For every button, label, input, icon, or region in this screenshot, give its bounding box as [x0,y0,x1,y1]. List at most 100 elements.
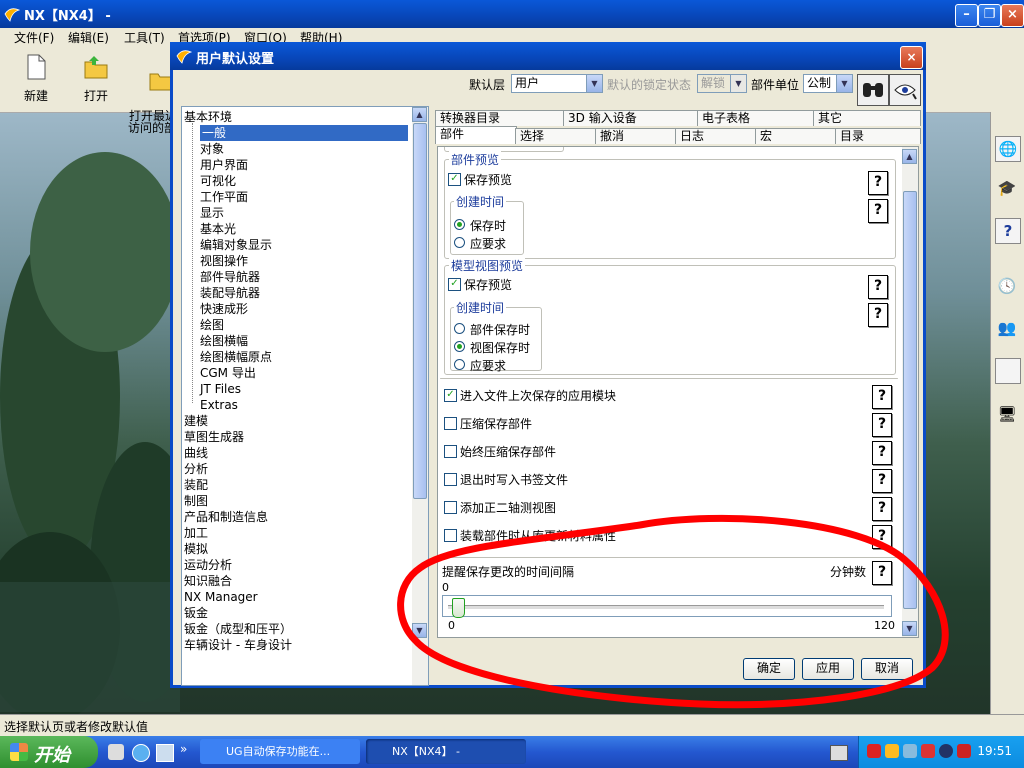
help-icon[interactable]: ? [872,561,892,585]
task-browser[interactable]: UG自动保存功能在... [200,739,360,764]
option-checkbox[interactable]: ✓ [444,389,457,402]
show-desktop-icon[interactable] [108,744,124,760]
tree-item[interactable]: 工作平面 [200,189,248,205]
scroll-up-icon[interactable]: ▲ [412,107,427,122]
help-icon[interactable]: ? [868,303,888,327]
shield-icon[interactable] [957,744,971,758]
keyboard-icon[interactable] [830,745,848,761]
tree-item[interactable]: 产品和制造信息 [184,509,268,525]
panel-scrollbar[interactable]: ▲ ▼ [902,147,918,637]
tree-item[interactable]: 分析 [184,461,208,477]
tree-item[interactable]: 绘图横幅原点 [200,349,272,365]
tree-item[interactable]: 基本光 [200,221,236,237]
part-on-request-radio[interactable] [454,237,465,248]
view-on-part-save-radio[interactable] [454,323,465,334]
tree-item[interactable]: NX Manager [184,589,258,605]
help-icon[interactable]: ? [995,218,1021,244]
scroll-down-icon[interactable]: ▼ [902,621,917,636]
option-checkbox[interactable] [444,445,457,458]
tree-item[interactable]: 曲线 [184,445,208,461]
view-on-view-save-radio[interactable] [454,341,465,352]
tree-item[interactable]: 用户界面 [200,157,248,173]
tray-icon-5[interactable] [939,744,953,758]
help-icon[interactable]: ? [868,171,888,195]
part-save-preview-checkbox[interactable]: ✓ [448,173,461,186]
tree-item[interactable]: 制图 [184,493,208,509]
tree-item[interactable]: 装配 [184,477,208,493]
scroll-up-icon[interactable]: ▲ [902,149,917,164]
task-nx[interactable]: NX【NX4】 - [366,739,526,764]
tree-item[interactable]: 绘图横幅 [200,333,248,349]
web-browser-icon[interactable]: 🌐 [995,136,1021,162]
tray-icon-3[interactable] [903,744,917,758]
tree-item[interactable]: 对象 [200,141,224,157]
tree-item[interactable]: 装配导航器 [200,285,260,301]
blank-palette-icon[interactable] [995,358,1021,384]
help-icon[interactable]: ? [868,275,888,299]
tree-scroll-thumb[interactable] [413,123,427,499]
restore-button[interactable]: ❐ [978,4,1001,27]
tree-scrollbar[interactable]: ▲ ▼ [412,107,428,685]
tree-item[interactable]: 建模 [184,413,208,429]
option-checkbox[interactable] [444,417,457,430]
tab[interactable]: 宏 [755,128,837,144]
default-layer-select[interactable]: 用户 ▼ [511,74,603,93]
tab[interactable]: 目录 [835,128,921,144]
antivirus-icon[interactable] [867,744,881,758]
lock-state-select[interactable]: 解锁 ▼ [697,74,747,93]
tree-item[interactable]: 编辑对象显示 [200,237,272,253]
tree-item[interactable]: 显示 [200,205,224,221]
history-clock-icon[interactable]: 🕓 [995,274,1019,298]
tab[interactable]: 日志 [675,128,757,144]
view-save-preview-checkbox[interactable]: ✓ [448,278,461,291]
help-icon[interactable]: ? [872,413,892,437]
menu-file[interactable]: 文件(F) [14,29,54,46]
option-checkbox[interactable] [444,473,457,486]
start-button[interactable]: 开始 [0,736,98,768]
minimize-button[interactable]: – [955,4,978,27]
tree-item[interactable]: 知识融合 [184,573,232,589]
tree-item[interactable]: 可视化 [200,173,236,189]
quicklaunch-more-icon[interactable]: » [180,742,187,756]
tab[interactable]: 部件 [435,126,517,144]
help-icon[interactable]: ? [872,385,892,409]
scroll-down-icon[interactable]: ▼ [412,623,427,638]
tree-item[interactable]: 视图操作 [200,253,248,269]
tree-item[interactable]: CGM 导出 [200,365,256,381]
tab[interactable]: 撤消 [595,128,677,144]
roles-icon[interactable]: 👥 [995,316,1019,340]
cancel-button[interactable]: 取消 [861,658,913,680]
dialog-close-button[interactable]: × [900,46,923,69]
context-help-button[interactable] [889,74,921,106]
tree-item[interactable]: 车辆设计 - 车身设计 [184,637,292,653]
apply-button[interactable]: 应用 [802,658,854,680]
quicklaunch-icon[interactable] [156,744,174,762]
reminder-slider-thumb[interactable] [452,598,466,618]
tab[interactable]: 其它 [813,110,921,126]
tree-item[interactable]: 钣金 [184,605,208,621]
option-checkbox[interactable] [444,529,457,542]
tab[interactable]: 电子表格 [697,110,815,126]
ati-icon[interactable] [921,744,935,758]
tree-item[interactable]: JT Files [200,381,241,397]
tree-item[interactable]: 运动分析 [184,557,232,573]
help-icon[interactable]: ? [872,469,892,493]
reminder-slider-track[interactable] [448,605,884,610]
help-icon[interactable]: ? [868,199,888,223]
tree-item[interactable]: 加工 [184,525,208,541]
tree-item[interactable]: 快速成形 [200,301,248,317]
tab[interactable]: 选择 [515,128,597,144]
part-on-save-radio[interactable] [454,219,465,230]
panel-scroll-thumb[interactable] [903,191,917,609]
units-select[interactable]: 公制 ▼ [803,74,853,93]
tree-item[interactable]: 部件导航器 [200,269,260,285]
tree-item[interactable]: 一般 [200,125,408,141]
open-button[interactable]: 打开 [72,52,120,104]
ie-icon[interactable] [132,744,150,762]
tray-icon-2[interactable] [885,744,899,758]
tree-item[interactable]: 草图生成器 [184,429,244,445]
system-scenes-icon[interactable]: 🖥 [995,402,1019,426]
menu-edit[interactable]: 编辑(E) [68,29,109,46]
close-app-button[interactable]: × [1001,4,1024,27]
help-icon[interactable]: ? [872,497,892,521]
